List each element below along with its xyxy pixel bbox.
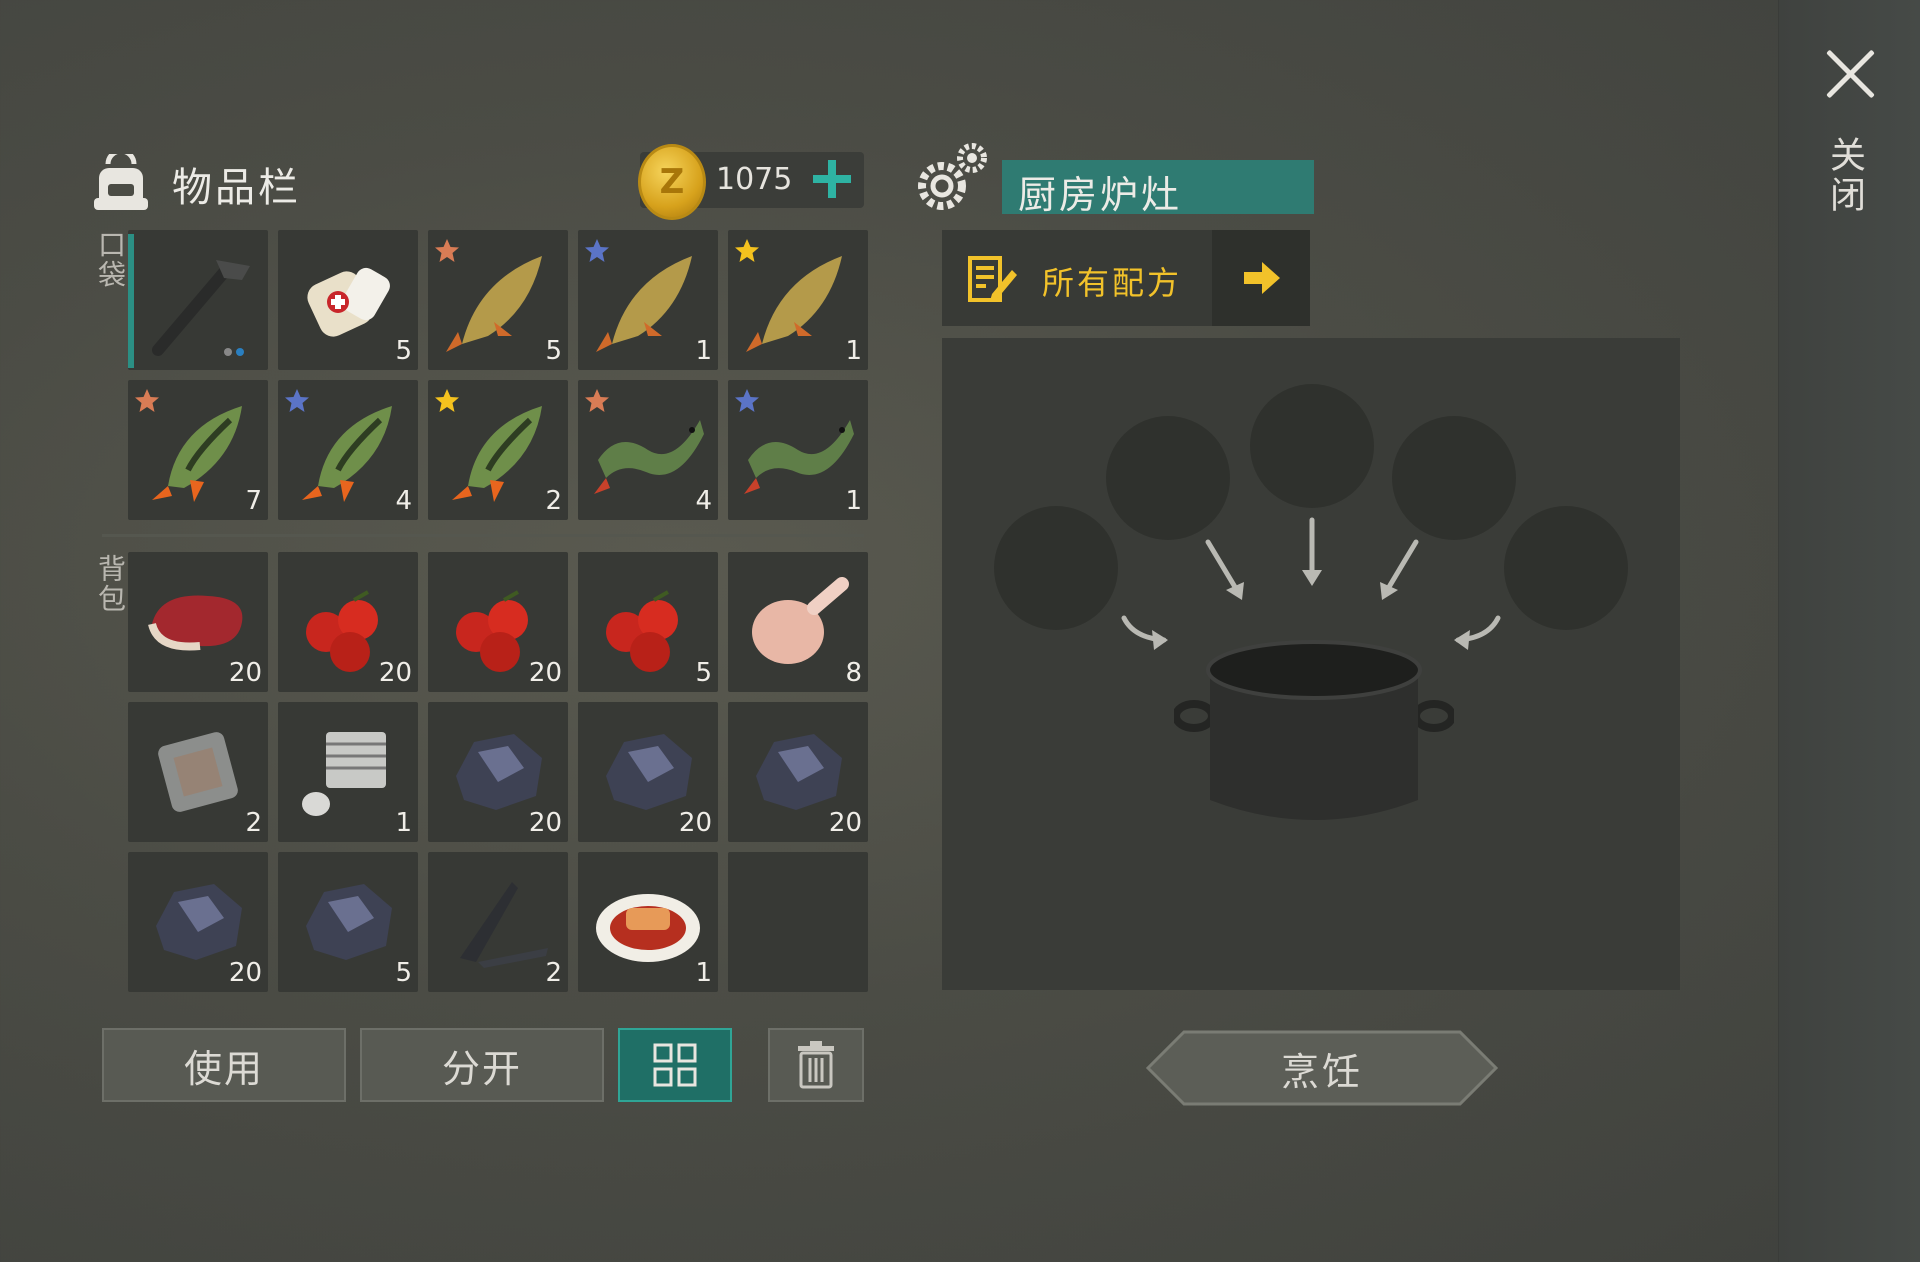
section-divider <box>102 534 864 537</box>
scrap-metal-icon <box>460 882 548 968</box>
pocket-label: 口袋 <box>94 230 127 290</box>
station-title: 厨房炉灶 <box>1018 173 1183 217</box>
close-label[interactable]: 关闭 <box>1824 136 1870 216</box>
item-slot-carp[interactable]: 5 <box>428 230 568 370</box>
item-slot-pike[interactable]: 4 <box>578 380 718 520</box>
star-icon <box>285 389 309 412</box>
item-count: 1 <box>695 958 712 988</box>
item-slot-cooked-dish[interactable]: 1 <box>578 852 718 992</box>
item-count: 8 <box>845 658 862 688</box>
item-slot-berries[interactable]: 5 <box>578 552 718 692</box>
close-icon[interactable] <box>1822 46 1878 102</box>
item-slot-carp[interactable]: 1 <box>728 230 868 370</box>
recipe-book-icon <box>968 256 1017 302</box>
item-slot-ore[interactable]: 20 <box>128 852 268 992</box>
item-count: 4 <box>695 486 712 516</box>
item-slot-ore[interactable]: 20 <box>728 702 868 842</box>
raw-chicken-icon <box>752 577 849 664</box>
star-icon <box>435 389 459 412</box>
item-slot-ore[interactable]: 5 <box>278 852 418 992</box>
item-count: 5 <box>395 958 412 988</box>
cooking-area <box>942 338 1680 990</box>
star-icon <box>585 389 609 412</box>
star-icon <box>735 389 759 412</box>
empty-slot[interactable] <box>728 852 868 992</box>
coin-icon: Z <box>638 144 706 220</box>
item-slot-berries[interactable]: 20 <box>428 552 568 692</box>
cooking-pot-icon <box>1174 640 1454 820</box>
item-slot-ore[interactable]: 20 <box>428 702 568 842</box>
item-count: 20 <box>378 658 412 688</box>
grid-icon <box>653 1043 697 1087</box>
item-count: 2 <box>545 958 562 988</box>
item-slot-iron-plate[interactable]: 2 <box>128 702 268 842</box>
engine-part-icon <box>302 732 386 816</box>
item-count: 1 <box>845 336 862 366</box>
sort-grid-button[interactable] <box>618 1028 732 1102</box>
use-button[interactable]: 使用 <box>102 1028 346 1102</box>
item-slot-perch[interactable]: 7 <box>128 380 268 520</box>
coin-box: Z 1075 <box>638 144 864 220</box>
inventory-title: 物品栏 <box>172 165 301 211</box>
item-count: 2 <box>545 486 562 516</box>
item-count: 7 <box>245 486 262 516</box>
recipe-label[interactable]: 所有配方 <box>1042 258 1182 304</box>
equipped-indicator <box>128 234 134 368</box>
arrow-right-icon <box>1244 262 1280 294</box>
trash-icon <box>798 1041 834 1089</box>
item-slot-berries[interactable]: 20 <box>278 552 418 692</box>
item-slot-perch[interactable]: 2 <box>428 380 568 520</box>
star-icon <box>135 389 159 412</box>
item-count: 1 <box>695 336 712 366</box>
item-count: 20 <box>228 958 262 988</box>
item-count: 1 <box>845 486 862 516</box>
item-count: 5 <box>395 336 412 366</box>
recipe-next-button[interactable] <box>1212 230 1310 326</box>
star-icon <box>585 239 609 262</box>
inventory-header: 物品栏 <box>92 146 301 222</box>
backpack-icon <box>92 148 150 214</box>
cook-button[interactable]: 烹饪 <box>1146 1030 1498 1106</box>
item-slot-ore[interactable]: 20 <box>578 702 718 842</box>
item-count: 20 <box>678 808 712 838</box>
item-count: 5 <box>545 336 562 366</box>
iron-plate-icon <box>158 732 238 812</box>
split-button[interactable]: 分开 <box>360 1028 604 1102</box>
item-slot-steak[interactable]: 20 <box>128 552 268 692</box>
item-count: 20 <box>828 808 862 838</box>
item-slot-pipe-wrench[interactable] <box>128 230 268 370</box>
item-slot-pike[interactable]: 1 <box>728 380 868 520</box>
coin-count: 1075 <box>716 162 793 197</box>
item-slot-perch[interactable]: 4 <box>278 380 418 520</box>
item-slot-raw-chicken[interactable]: 8 <box>728 552 868 692</box>
item-slot-scrap-metal[interactable]: 2 <box>428 852 568 992</box>
item-count: 5 <box>695 658 712 688</box>
item-count: 4 <box>395 486 412 516</box>
item-slot-engine-part[interactable]: 1 <box>278 702 418 842</box>
berries-icon <box>606 590 678 672</box>
add-coins-button[interactable] <box>808 154 854 204</box>
backpack-label: 背包 <box>94 554 127 614</box>
cooked-dish-icon <box>596 894 700 962</box>
item-count: 20 <box>528 658 562 688</box>
item-slot-bandage[interactable]: 5 <box>278 230 418 370</box>
delete-button[interactable] <box>768 1028 864 1102</box>
gears-icon <box>914 140 990 220</box>
item-slot-carp[interactable]: 1 <box>578 230 718 370</box>
item-count: 20 <box>228 658 262 688</box>
star-icon <box>435 239 459 262</box>
pipe-wrench-icon <box>152 260 250 356</box>
bandage-icon <box>307 267 390 337</box>
ore-icon <box>306 884 392 960</box>
star-icon <box>735 239 759 262</box>
item-count: 20 <box>528 808 562 838</box>
item-count: 2 <box>245 808 262 838</box>
item-count: 1 <box>395 808 412 838</box>
